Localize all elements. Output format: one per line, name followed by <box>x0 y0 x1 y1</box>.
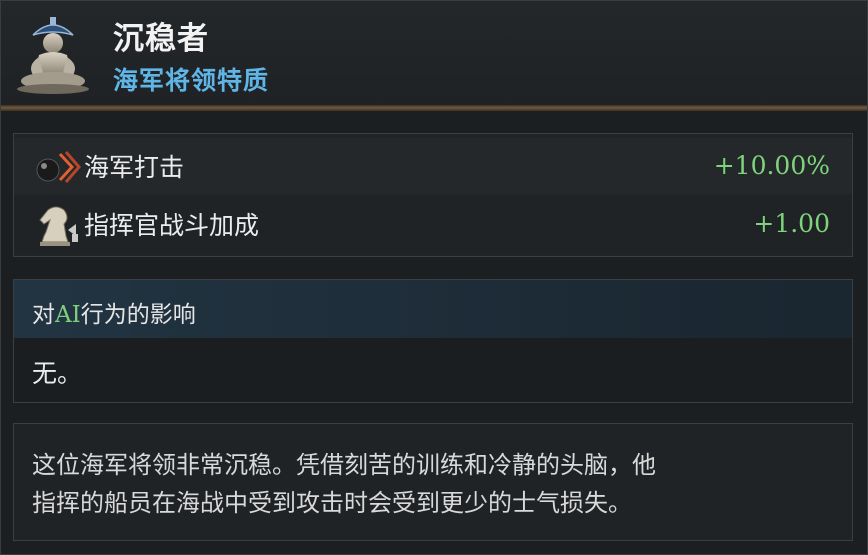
modifier-row: 海军打击 +10.00% <box>14 138 852 194</box>
description-line: 这位海军将领非常沉稳。凭借刻苦的训练和冷静的头脑，他 <box>32 451 656 479</box>
cannonball-strike-icon <box>36 151 81 183</box>
ai-behavior-section: 对AI行为的影响 无。 <box>13 279 853 403</box>
description-line: 指挥的船员在海战中受到攻击时会受到更少的士气损失。 <box>32 489 632 517</box>
ai-behavior-header: 对AI行为的影响 <box>14 280 852 338</box>
description-text: 这位海军将领非常沉稳。凭借刻苦的训练和冷静的头脑，他 指挥的船员在海战中受到攻击… <box>32 446 832 522</box>
trait-category: 海军将领特质 <box>113 66 270 95</box>
ai-behavior-body: 无。 <box>14 338 852 402</box>
trait-tooltip: 沉稳者 海军将领特质 海军打击 +10.00% 指挥官战斗加成 +1.00 对A… <box>0 0 868 555</box>
ai-label-suffix: 行为的影响 <box>80 302 196 328</box>
header-divider <box>1 105 867 111</box>
modifier-value: +1.00 <box>753 209 830 238</box>
tooltip-header: 沉稳者 海军将领特质 <box>1 1 867 105</box>
meditating-admiral-icon <box>17 17 89 94</box>
ai-label-highlight: AI <box>55 302 81 328</box>
ai-behavior-value: 无。 <box>32 359 83 388</box>
modifiers-panel: 海军打击 +10.00% 指挥官战斗加成 +1.00 <box>13 133 853 257</box>
modifier-row: 指挥官战斗加成 +1.00 <box>14 196 852 252</box>
modifier-name: 海军打击 <box>84 153 185 182</box>
ai-behavior-label: 对AI行为的影响 <box>32 295 196 329</box>
modifier-value: +10.00% <box>713 151 830 180</box>
knight-chess-piece-icon <box>39 206 78 246</box>
ai-label-prefix: 对 <box>32 302 55 328</box>
trait-title: 沉稳者 <box>113 21 209 57</box>
modifier-name: 指挥官战斗加成 <box>84 211 260 240</box>
trait-description: 这位海军将领非常沉稳。凭借刻苦的训练和冷静的头脑，他 指挥的船员在海战中受到攻击… <box>13 423 853 541</box>
